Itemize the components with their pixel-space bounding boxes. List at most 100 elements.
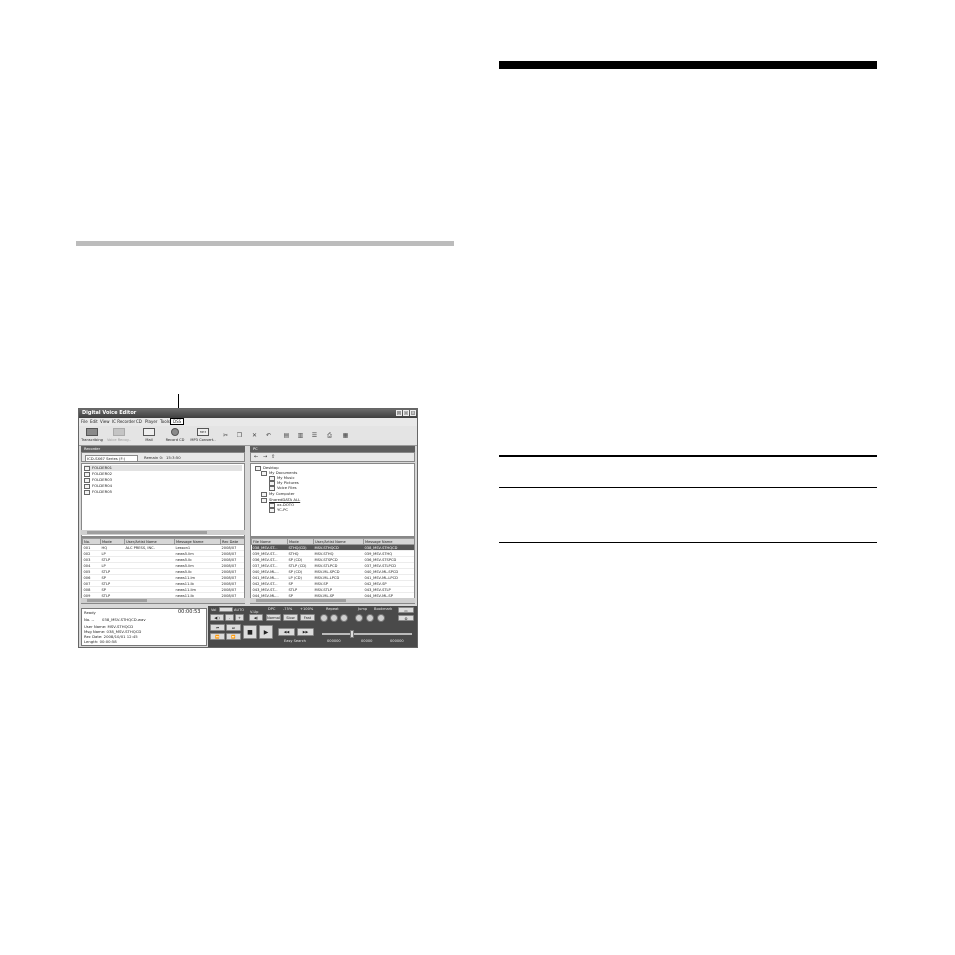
device-bar: ICD-SX67 Series (F:) Remain 0: 15:3:50: [81, 452, 245, 462]
easy-search-forward-icon[interactable]: ▶▶: [297, 628, 314, 636]
easy-search-back-icon[interactable]: ◀◀: [278, 628, 295, 636]
repeat-label: Repeat: [326, 607, 339, 611]
tree-item[interactable]: YC-PC: [269, 507, 288, 513]
mp3-icon: MP3: [197, 428, 209, 436]
settings-button[interactable]: ⚙: [398, 615, 414, 621]
left-message-list: No. Mode User/Artist Name Message Name R…: [81, 537, 245, 604]
menu-ic-recorder[interactable]: IC Recorder: [112, 419, 135, 424]
dpc-label: DPC: [268, 607, 276, 611]
file-properties-icon[interactable]: ▤: [283, 432, 290, 439]
status-no: No. --: [84, 617, 95, 622]
folder-list: FOLDER01 FOLDER02 FOLDER03 FOLDER04 FOLD…: [81, 463, 245, 537]
bookmark-label: Bookmark: [374, 607, 393, 611]
stop-icon[interactable]: ■: [243, 625, 257, 639]
volume-down-icon[interactable]: ◀)): [210, 614, 224, 621]
mini-mode-button[interactable]: ▭: [398, 607, 414, 613]
next-icon[interactable]: ⏭: [226, 624, 241, 631]
voice-recog-icon: [113, 428, 125, 436]
folder-item[interactable]: FOLDER04: [84, 483, 112, 489]
menu-cd[interactable]: CD: [136, 419, 142, 424]
minimize-icon[interactable]: _: [396, 410, 402, 416]
dpc-plus-label: +100%: [300, 607, 314, 611]
folder-item[interactable]: FOLDER01: [84, 465, 242, 471]
cd-icon: [171, 428, 179, 436]
folder-icon: [84, 483, 90, 489]
volume-meter[interactable]: [219, 607, 233, 612]
position-slider-track[interactable]: [322, 633, 412, 635]
mp3-convert-button[interactable]: MP3 MP3 Convert..: [189, 428, 217, 442]
tree-item[interactable]: My Computer: [261, 491, 295, 497]
print-icon[interactable]: ⎙: [326, 432, 333, 439]
transcribing-button[interactable]: Transcribing: [81, 428, 103, 442]
rewind-start-icon[interactable]: ⏮: [210, 624, 225, 631]
volume-minus-button[interactable]: -: [225, 614, 234, 621]
right-list-scrollbar[interactable]: [250, 598, 415, 603]
normal-button[interactable]: Normal: [266, 614, 281, 621]
play-icon[interactable]: ▶: [259, 625, 273, 639]
menu-player[interactable]: Player: [145, 419, 157, 424]
scale-mid: 00000: [361, 639, 373, 643]
folder-item[interactable]: FOLDER05: [84, 489, 112, 495]
close-icon[interactable]: ×: [410, 410, 416, 416]
easy-search-label: Easy Search: [284, 639, 306, 643]
voice-up-icon[interactable]: ◀): [249, 614, 263, 621]
playback-controls: Vol AUTO ◀)) - + V-Up ◀) DPC -75% +100% …: [208, 606, 417, 647]
time-counter: 00:00:53: [178, 609, 201, 615]
repeat-ab-icon[interactable]: [320, 614, 328, 622]
status-length: Length: 00:00:58: [84, 639, 117, 644]
folder-icon: [84, 465, 90, 471]
folder-icon: [84, 471, 90, 477]
repeat-a-icon[interactable]: [330, 614, 338, 622]
section-divider-grey: [76, 241, 454, 246]
info-icon[interactable]: ▥: [297, 432, 304, 439]
toolbar: Transcribing Voice Recog.. Mail Record C…: [79, 426, 417, 446]
slow-button[interactable]: Slow: [283, 614, 298, 621]
fast-button[interactable]: Fast: [300, 614, 315, 621]
delete-icon[interactable]: ✕: [251, 432, 258, 439]
mail-button[interactable]: Mail: [139, 428, 159, 442]
help-icon[interactable]: ▦: [342, 432, 349, 439]
position-slider-thumb[interactable]: [350, 630, 354, 638]
app-window: Digital Voice Editor _ □ × File Edit Vie…: [78, 408, 418, 648]
tree-item[interactable]: Voice Files: [269, 485, 297, 491]
remain-value: 15:3:50: [166, 455, 181, 460]
maximize-icon[interactable]: □: [403, 410, 409, 416]
folder-tree: Desktop My Documents My Music My Picture…: [250, 463, 415, 537]
copy-icon[interactable]: ❐: [236, 432, 243, 439]
menu-dss[interactable]: DSS: [170, 418, 185, 425]
folder-icon: [261, 497, 267, 503]
mail-icon: [143, 428, 155, 436]
undo-icon[interactable]: ↶: [265, 432, 272, 439]
jump-back-icon[interactable]: [355, 614, 363, 622]
bookmark-add-icon[interactable]: [366, 614, 374, 622]
menu-file[interactable]: File: [81, 419, 88, 424]
folder-item[interactable]: FOLDER03: [84, 477, 112, 483]
folder-scrollbar[interactable]: [81, 530, 245, 535]
menu-view[interactable]: View: [100, 419, 110, 424]
volume-plus-button[interactable]: +: [235, 614, 244, 621]
list-icon[interactable]: ☰: [311, 432, 318, 439]
device-select[interactable]: ICD-SX67 Series (F:): [85, 455, 138, 461]
fast-forward-icon[interactable]: ⏩: [226, 633, 241, 640]
computer-icon: [261, 491, 267, 497]
pc-nav-bar: ← → ⇧: [250, 452, 415, 462]
record-cd-button[interactable]: Record CD: [164, 428, 186, 442]
back-icon[interactable]: ←: [254, 454, 258, 460]
divide-icon[interactable]: ✂: [222, 432, 229, 439]
folder-icon: [261, 470, 267, 476]
bookmark-next-icon[interactable]: [377, 614, 385, 622]
up-folder-icon[interactable]: ⇧: [271, 454, 275, 460]
left-list-scrollbar[interactable]: [81, 598, 245, 603]
window-title: Digital Voice Editor: [82, 410, 137, 416]
status-file: 038_MSV-STHQCD.wav: [102, 617, 146, 622]
status-state: Ready: [84, 610, 96, 615]
dpc-minus-label: -75%: [283, 607, 293, 611]
rewind-icon[interactable]: ⏪: [210, 633, 225, 640]
scale-left: 000000: [327, 639, 341, 643]
repeat-b-icon[interactable]: [340, 614, 348, 622]
folder-item[interactable]: FOLDER02: [84, 471, 112, 477]
menu-edit[interactable]: Edit: [90, 419, 98, 424]
forward-icon[interactable]: →: [263, 454, 267, 460]
menu-tools[interactable]: Tools: [160, 419, 170, 424]
voice-recog-button[interactable]: Voice Recog..: [107, 428, 131, 442]
